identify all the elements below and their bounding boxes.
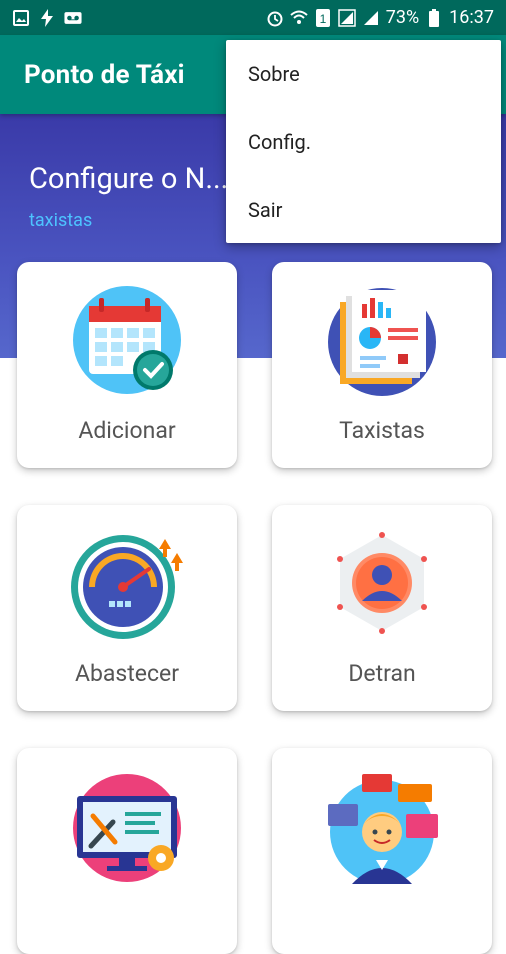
card-label: Detran: [348, 660, 416, 687]
sim1-icon: 1: [314, 8, 332, 27]
voicemail-icon: [64, 9, 82, 27]
svg-text:1: 1: [319, 12, 326, 26]
card-taxistas[interactable]: Taxistas: [272, 262, 492, 468]
header-subtitle[interactable]: taxistas: [29, 210, 92, 231]
wifi-icon: [290, 9, 308, 27]
computer-tools-icon: [67, 766, 187, 886]
card-suporte[interactable]: [272, 748, 492, 954]
card-label: Adicionar: [78, 417, 176, 444]
image-icon: [12, 9, 30, 27]
report-chart-icon: [322, 280, 442, 400]
card-detran[interactable]: Detran: [272, 505, 492, 711]
speedometer-icon: [67, 523, 187, 643]
overflow-menu: Sobre Config. Sair: [226, 40, 501, 243]
clock: 16:37: [449, 7, 494, 28]
alarm-icon: [266, 9, 284, 27]
card-ferramentas[interactable]: [17, 748, 237, 954]
signal2-icon: [362, 9, 380, 27]
card-label: Taxistas: [339, 417, 425, 444]
status-bar: 1 73% 16:37: [0, 0, 506, 35]
signal-icon: [338, 8, 356, 27]
flash-icon: [38, 8, 56, 27]
card-adicionar[interactable]: Adicionar: [17, 262, 237, 468]
card-label: Abastecer: [74, 660, 180, 687]
header-title: Configure o N...: [29, 162, 229, 196]
menu-item-sair[interactable]: Sair: [226, 176, 501, 244]
app-title: Ponto de Táxi: [24, 59, 185, 90]
menu-item-sobre[interactable]: Sobre: [226, 40, 501, 108]
user-hexagon-icon: [322, 523, 442, 643]
support-person-icon: [322, 766, 442, 886]
menu-item-config[interactable]: Config.: [226, 108, 501, 176]
battery-icon: [425, 8, 443, 27]
battery-percent: 73%: [385, 7, 420, 28]
calendar-check-icon: [67, 280, 187, 400]
card-abastecer[interactable]: Abastecer: [17, 505, 237, 711]
